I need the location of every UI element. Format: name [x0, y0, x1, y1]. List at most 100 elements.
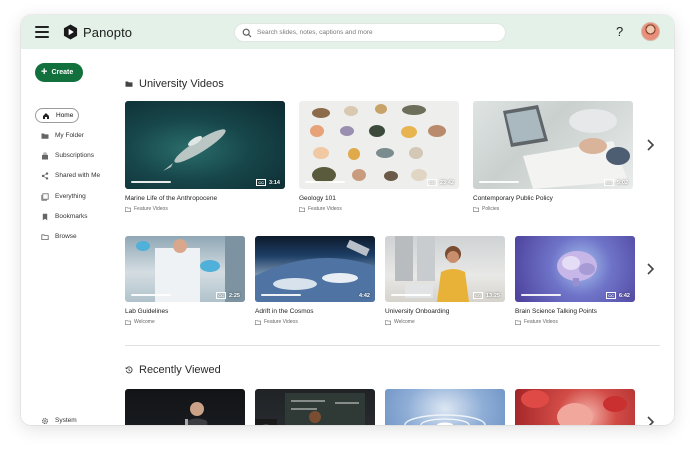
- folder-icon: [125, 81, 133, 87]
- video-card[interactable]: CC 2:25 Lab Guidelines Welcome: [125, 236, 245, 325]
- folder-outline-icon: [515, 319, 521, 325]
- captions-icon: CC: [256, 179, 266, 186]
- subscriptions-icon: [42, 152, 48, 159]
- bookmark-icon: [42, 213, 48, 220]
- sidebar-item-system[interactable]: System: [35, 413, 77, 425]
- video-thumbnail[interactable]: [255, 389, 375, 425]
- video-thumbnail[interactable]: CC 5:02: [473, 101, 633, 189]
- video-thumbnail[interactable]: 4:42: [255, 236, 375, 302]
- progress-bar: [391, 294, 431, 296]
- panopto-logo-icon: [63, 24, 78, 40]
- video-thumbnail[interactable]: CC 2:25: [125, 236, 245, 302]
- video-card[interactable]: [385, 389, 505, 425]
- video-folder[interactable]: Policies: [473, 206, 633, 212]
- search-input[interactable]: [257, 29, 497, 36]
- next-arrow-icon[interactable]: [645, 138, 655, 152]
- sidebar-item-label: Everything: [55, 193, 86, 200]
- sidebar: + Create Home My Folder Subscriptions Sh…: [21, 49, 113, 425]
- sidebar-item-my-folder[interactable]: My Folder: [35, 128, 84, 143]
- duration-badge: 4:42: [358, 293, 370, 299]
- menu-icon[interactable]: [35, 26, 49, 38]
- sidebar-item-label: System: [55, 417, 77, 424]
- share-icon: [41, 171, 49, 180]
- folder-outline-icon: [473, 206, 479, 212]
- search-bar[interactable]: [234, 23, 506, 42]
- rocks-illustration: [310, 104, 446, 183]
- duration-badge: CC 5:02: [604, 179, 628, 186]
- video-card[interactable]: CC 5:02 Contemporary Public Policy Polici…: [473, 101, 633, 212]
- video-folder[interactable]: Feature Videos: [125, 206, 285, 212]
- video-title[interactable]: Marine Life of the Anthropocene: [125, 195, 285, 202]
- plus-icon: +: [41, 66, 48, 78]
- history-icon: [125, 366, 133, 374]
- sidebar-item-label: My Folder: [55, 132, 84, 139]
- progress-bar: [521, 294, 561, 296]
- duration-badge: CC 3:14: [256, 179, 280, 186]
- user-avatar[interactable]: [641, 22, 660, 41]
- sidebar-item-bookmarks[interactable]: Bookmarks: [35, 209, 88, 224]
- video-thumbnail[interactable]: [515, 389, 635, 425]
- panopto-logo[interactable]: Panopto: [63, 24, 132, 40]
- duration-badge: CC 2:25: [216, 292, 240, 299]
- video-thumbnail[interactable]: [385, 389, 505, 425]
- folder-icon: [41, 133, 49, 139]
- video-card[interactable]: CC 6:42 Brain Science Talking Points Feat…: [515, 236, 635, 325]
- sidebar-item-subscriptions[interactable]: Subscriptions: [35, 148, 94, 163]
- video-title[interactable]: Lab Guidelines: [125, 308, 245, 315]
- speaker-illustration: [185, 402, 208, 425]
- video-title[interactable]: University Onboarding: [385, 308, 505, 315]
- folder-outline-icon: [299, 206, 305, 212]
- section-title: Recently Viewed: [139, 364, 221, 376]
- next-arrow-icon[interactable]: [645, 415, 655, 425]
- video-card[interactable]: [515, 389, 635, 425]
- sidebar-item-browse[interactable]: Browse: [35, 229, 77, 244]
- video-thumbnail[interactable]: CC 6:42: [515, 236, 635, 302]
- section-recently-viewed: Recently Viewed: [125, 364, 221, 376]
- video-folder[interactable]: Welcome: [385, 319, 505, 325]
- folder-outline-icon: [385, 319, 391, 325]
- top-bar: Panopto ?: [21, 15, 674, 49]
- video-card[interactable]: [125, 389, 245, 425]
- video-thumbnail[interactable]: CC 23:42: [299, 101, 459, 189]
- section-divider: [125, 345, 660, 346]
- sidebar-item-everything[interactable]: Everything: [35, 189, 86, 204]
- duration-badge: CC 6:42: [606, 292, 630, 299]
- sidebar-item-shared-with-me[interactable]: Shared with Me: [35, 168, 100, 183]
- help-button[interactable]: ?: [616, 24, 623, 39]
- video-card[interactable]: 4:42 Adrift in the Cosmos Feature Videos: [255, 236, 375, 325]
- classroom-illustration: [255, 393, 365, 425]
- water-illustration: [404, 414, 486, 425]
- folder-outline-icon: [255, 319, 261, 325]
- create-label: Create: [51, 69, 74, 76]
- captions-icon: CC: [427, 179, 437, 186]
- video-folder[interactable]: Welcome: [125, 319, 245, 325]
- captions-icon: CC: [216, 292, 226, 299]
- video-folder[interactable]: Feature Videos: [299, 206, 459, 212]
- video-card[interactable]: CC 23:42 Geology 101 Feature Videos: [299, 101, 459, 212]
- main-content: University Videos CC 3:14 Marine Life of …: [125, 49, 674, 425]
- progress-bar: [131, 294, 171, 296]
- logo-text: Panopto: [83, 24, 133, 40]
- captions-icon: CC: [606, 292, 616, 299]
- progress-bar: [305, 181, 345, 183]
- video-card[interactable]: CC 3:14 Marine Life of the Anthropocene F…: [125, 101, 285, 212]
- sidebar-item-label: Subscriptions: [55, 152, 95, 159]
- video-card[interactable]: CC 13:25 University Onboarding Welcome: [385, 236, 505, 325]
- video-card[interactable]: [255, 389, 375, 425]
- create-button[interactable]: + Create: [35, 63, 83, 82]
- next-arrow-icon[interactable]: [645, 262, 655, 276]
- sidebar-item-label: Shared with Me: [55, 172, 101, 179]
- video-thumbnail[interactable]: CC 13:25: [385, 236, 505, 302]
- captions-icon: CC: [473, 292, 483, 299]
- duration-badge: CC 13:25: [473, 292, 500, 299]
- video-title[interactable]: Adrift in the Cosmos: [255, 308, 375, 315]
- video-title[interactable]: Contemporary Public Policy: [473, 195, 633, 202]
- video-thumbnail[interactable]: CC 3:14: [125, 101, 285, 189]
- section-title: University Videos: [139, 78, 224, 90]
- video-thumbnail[interactable]: [125, 389, 245, 425]
- sidebar-item-home[interactable]: Home: [35, 108, 79, 123]
- video-folder[interactable]: Feature Videos: [515, 319, 635, 325]
- video-title[interactable]: Geology 101: [299, 195, 459, 202]
- video-title[interactable]: Brain Science Talking Points: [515, 308, 635, 315]
- video-folder[interactable]: Feature Videos: [255, 319, 375, 325]
